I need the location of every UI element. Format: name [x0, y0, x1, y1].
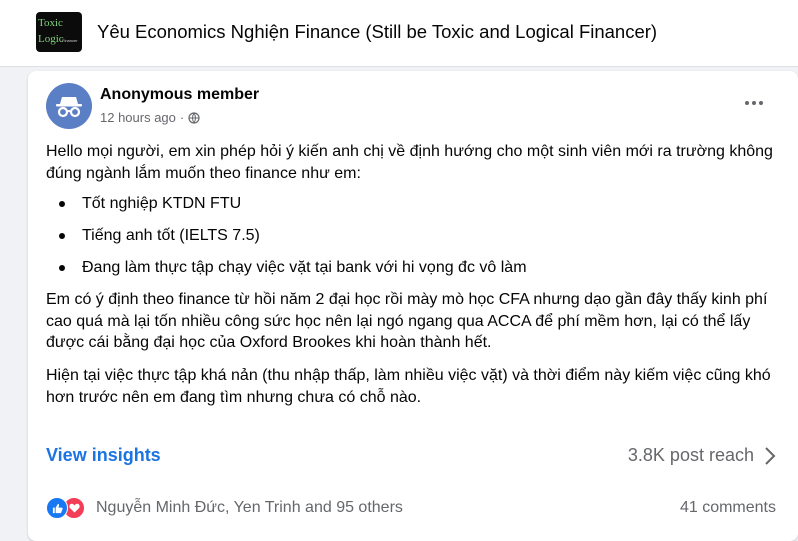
incognito-icon	[56, 97, 82, 118]
comments-count[interactable]: 41 comments	[680, 499, 776, 517]
group-thumbnail[interactable]: Toxic Logic Financer	[36, 12, 82, 52]
globe-icon	[188, 111, 200, 124]
post-paragraph-3: Hiện tại việc thực tập khá nản (thu nhập…	[46, 367, 771, 406]
insights-row: View insights 3.8K post reach	[46, 445, 776, 471]
post-paragraph-1: Hello mọi người, em xin phép hỏi ý kiến …	[46, 143, 773, 182]
post-card: Anonymous member 12 hours ago · Hello mọ…	[28, 71, 798, 541]
thumb-line-2: Logic	[38, 33, 64, 45]
reactions-row: Nguyễn Minh Đức, Yen Trinh and 95 others…	[46, 497, 776, 519]
reaction-names[interactable]: Nguyễn Minh Đức, Yen Trinh and 95 others	[96, 499, 403, 517]
more-options-button[interactable]	[740, 93, 768, 113]
thumb-line-1: Toxic	[38, 17, 63, 29]
list-item: Đang làm thực tập chạy việc vặt tại bank…	[46, 257, 527, 289]
group-title[interactable]: Yêu Economics Nghiện Finance (Still be T…	[97, 21, 657, 43]
post-reach-text: 3.8K post reach	[627, 445, 754, 465]
view-insights-link[interactable]: View insights	[46, 445, 161, 466]
meta-separator: ·	[179, 110, 185, 125]
more-icon	[745, 101, 749, 105]
post-meta: 12 hours ago ·	[100, 110, 200, 125]
post-paragraph-2: Em có ý định theo finance từ hồi năm 2 đ…	[46, 291, 768, 351]
post-bullet-list: Tốt nghiệp KTDN FTU Tiếng anh tốt (IELTS…	[46, 193, 527, 289]
group-header: Toxic Logic Financer Yêu Economics Nghiệ…	[0, 0, 798, 67]
reaction-icons[interactable]	[46, 497, 90, 519]
author-name[interactable]: Anonymous member	[100, 86, 259, 104]
list-item: Tốt nghiệp KTDN FTU	[46, 193, 527, 225]
post-reach-button[interactable]: 3.8K post reach	[628, 445, 776, 466]
chevron-right-icon	[765, 446, 776, 465]
thumb-line-3: Financer	[62, 38, 78, 43]
like-icon	[46, 497, 68, 519]
list-item: Tiếng anh tốt (IELTS 7.5)	[46, 225, 527, 257]
post-time[interactable]: 12 hours ago	[100, 110, 176, 125]
avatar[interactable]	[46, 83, 92, 129]
